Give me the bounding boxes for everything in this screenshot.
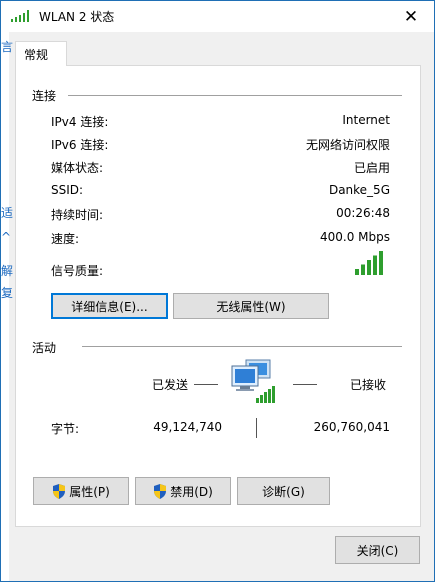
bytes-received-value: 260,760,041 xyxy=(313,420,390,434)
disable-button-label: 禁用(D) xyxy=(170,484,213,499)
background-fragment: 言 xyxy=(1,40,14,54)
sent-connector-line xyxy=(194,384,218,385)
signal-bar xyxy=(367,260,371,275)
title-bar[interactable]: WLAN 2 状态 ✕ xyxy=(1,1,434,32)
diagnose-button-label: 诊断(G) xyxy=(262,484,305,499)
media-state-label: 媒体状态: xyxy=(51,161,104,175)
signal-bar xyxy=(361,264,365,275)
duration-value: 00:26:48 xyxy=(336,206,390,220)
properties-button[interactable]: 属性(P) xyxy=(33,477,129,505)
tab-panel: 连接 IPv4 连接: Internet IPv6 连接: 无网络访问权限 媒体… xyxy=(15,65,421,527)
signal-bar xyxy=(355,269,359,275)
network-computers-icon xyxy=(231,359,275,403)
details-button[interactable]: 详细信息(E)... xyxy=(51,293,168,319)
background-fragment: 复 xyxy=(1,286,14,300)
disable-button[interactable]: 禁用(D) xyxy=(135,477,231,505)
received-connector-line xyxy=(293,384,317,385)
tab-general[interactable]: 常规 xyxy=(15,41,67,66)
media-state-value: 已启用 xyxy=(353,161,390,175)
ipv4-label: IPv4 连接: xyxy=(51,115,109,129)
wifi-signal-icon xyxy=(11,10,29,22)
speed-value: 400.0 Mbps xyxy=(319,230,390,244)
signal-bar xyxy=(379,251,383,275)
tab-general-label: 常规 xyxy=(24,48,49,62)
speed-label: 速度: xyxy=(51,232,80,246)
ssid-value: Danke_5G xyxy=(328,183,390,197)
background-fragment: 解 xyxy=(1,264,14,278)
bytes-divider xyxy=(256,418,257,438)
ipv6-label: IPv6 连接: xyxy=(51,138,109,152)
section-divider xyxy=(82,346,402,347)
close-button-label: 关闭(C) xyxy=(356,543,399,558)
connection-section-title: 连接 xyxy=(32,89,57,103)
close-window-button[interactable]: ✕ xyxy=(388,1,434,32)
duration-label: 持续时间: xyxy=(51,208,104,222)
signal-strength-icon xyxy=(355,251,383,275)
diagnose-button[interactable]: 诊断(G) xyxy=(237,477,330,505)
properties-button-label: 属性(P) xyxy=(69,484,110,499)
uac-shield-icon xyxy=(53,483,66,499)
signal-bar xyxy=(373,255,377,275)
activity-section-title: 活动 xyxy=(32,341,57,355)
bytes-label: 字节: xyxy=(51,422,80,436)
ssid-label: SSID: xyxy=(51,183,84,197)
window-title: WLAN 2 状态 xyxy=(39,10,115,24)
close-icon: ✕ xyxy=(403,6,419,27)
wireless-properties-label: 无线属性(W) xyxy=(216,299,286,314)
ipv4-value: Internet xyxy=(342,113,390,127)
details-button-label: 详细信息(E)... xyxy=(71,299,148,314)
bytes-sent-value: 49,124,740 xyxy=(153,420,222,434)
section-divider xyxy=(68,95,402,96)
received-label: 已接收 xyxy=(350,378,387,392)
background-fragment: 适 xyxy=(1,206,14,220)
background-fragment: ^ xyxy=(1,230,12,244)
wireless-properties-button[interactable]: 无线属性(W) xyxy=(173,293,329,319)
signal-quality-label: 信号质量: xyxy=(51,264,104,278)
background-window-strip: 言 适 ^ 解 复 xyxy=(1,32,13,581)
status-dialog: WLAN 2 状态 ✕ 言 适 ^ 解 复 常规 连接 IPv4 连接: Int… xyxy=(0,0,435,582)
close-button[interactable]: 关闭(C) xyxy=(335,536,420,564)
uac-shield-icon xyxy=(154,483,167,499)
sent-label: 已发送 xyxy=(152,378,189,392)
ipv6-value: 无网络访问权限 xyxy=(305,138,390,152)
